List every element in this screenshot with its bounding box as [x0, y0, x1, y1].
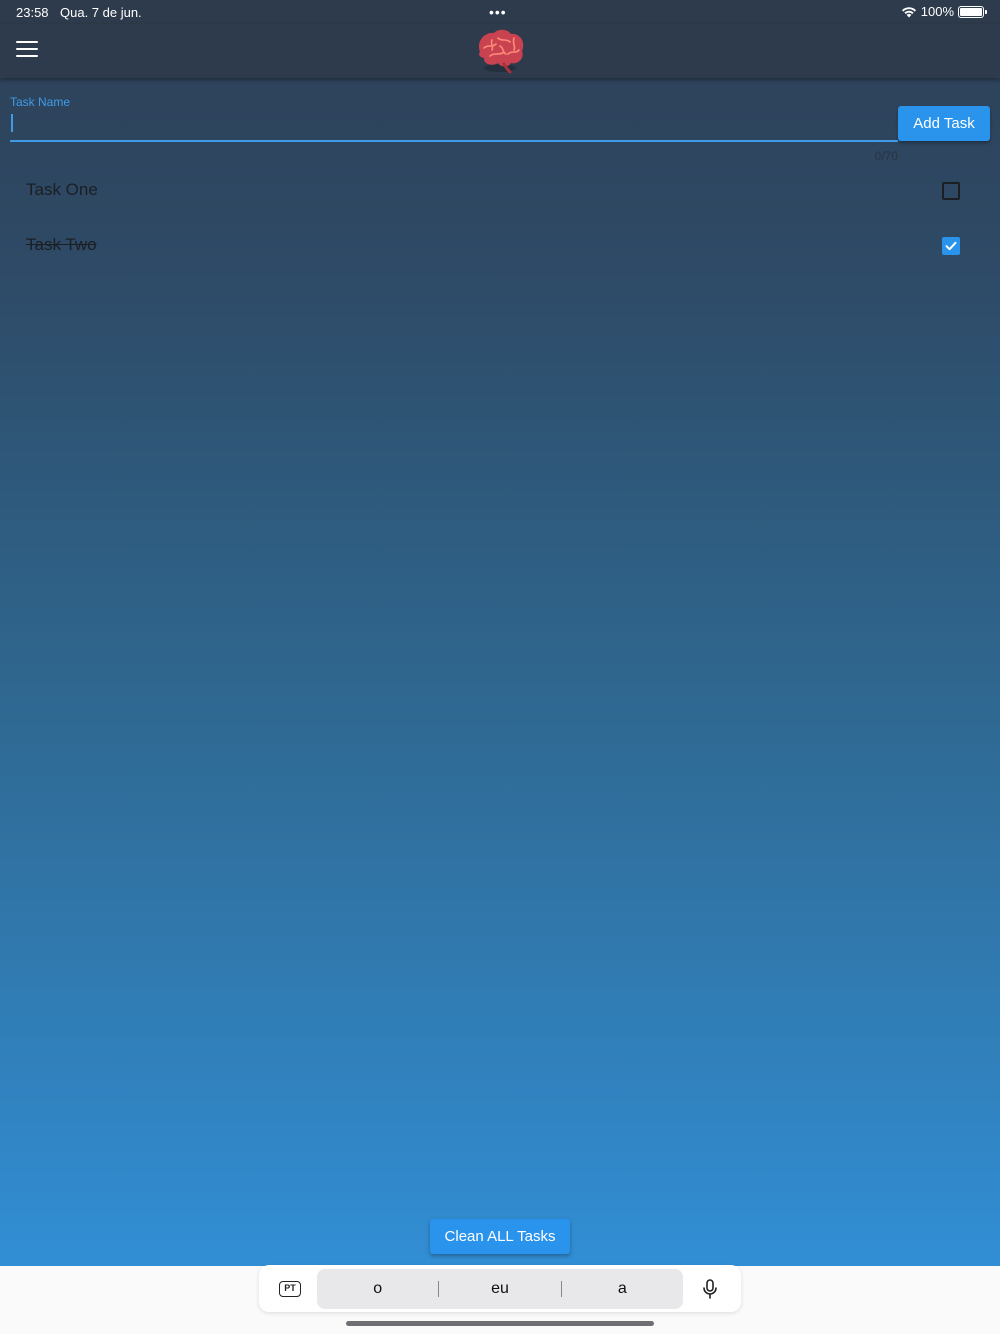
brain-icon	[478, 29, 524, 74]
status-time: 23:58	[16, 5, 49, 20]
task-name-label: Task Name	[10, 95, 71, 109]
status-date: Qua. 7 de jun.	[60, 5, 142, 20]
suggestion-strip: o eu a	[317, 1269, 683, 1309]
task-row[interactable]: Task One	[26, 170, 974, 210]
hamburger-menu-icon[interactable]	[16, 41, 38, 59]
battery-icon	[958, 5, 987, 18]
status-indicators: 100%	[901, 4, 987, 19]
character-counter: 0/70	[874, 149, 898, 163]
task-name-input[interactable]	[10, 110, 898, 142]
suggestion-item[interactable]: o	[317, 1280, 438, 1298]
clean-all-tasks-button[interactable]: Clean ALL Tasks	[430, 1219, 570, 1254]
check-icon	[945, 241, 957, 251]
battery-percent: 100%	[920, 4, 954, 19]
task-label: Task One	[26, 180, 98, 199]
home-indicator[interactable]	[346, 1321, 654, 1326]
task-checkbox[interactable]	[942, 182, 960, 200]
task-checkbox[interactable]	[942, 237, 960, 255]
app-bar	[0, 24, 1000, 78]
microphone-icon[interactable]	[701, 1279, 719, 1299]
add-task-button[interactable]: Add Task	[898, 106, 990, 141]
suggestion-item[interactable]: eu	[439, 1280, 560, 1298]
task-row[interactable]: Task Two	[26, 225, 974, 265]
wifi-icon	[901, 6, 916, 17]
suggestion-item[interactable]: a	[562, 1280, 683, 1298]
language-key[interactable]: PT	[279, 1281, 301, 1297]
keyboard-suggestion-bar: PT o eu a	[259, 1265, 741, 1312]
status-bar: 23:58 Qua. 7 de jun. ••• 100%	[0, 0, 1000, 24]
text-caret	[11, 114, 13, 132]
multitasking-dots-icon[interactable]: •••	[489, 4, 507, 20]
task-label: Task Two	[26, 235, 97, 254]
